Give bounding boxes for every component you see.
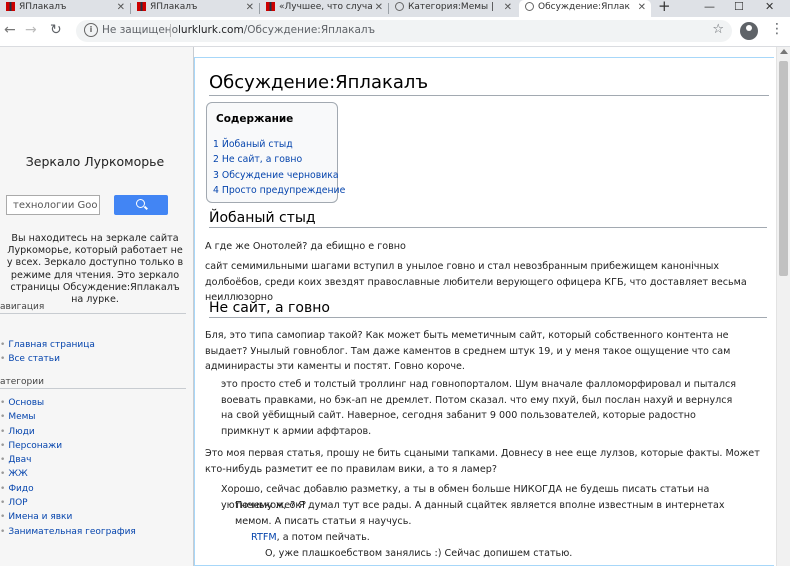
paragraph: Бля, это типа самопиар такой? Как может … (205, 330, 731, 372)
category-item[interactable]: Основы (0, 396, 186, 410)
profile-avatar-icon[interactable] (740, 22, 758, 40)
search-input[interactable]: технологии Goo (6, 195, 100, 215)
url-text: lurklurk.com/Обсуждение:Яплакалъ (178, 24, 375, 36)
categories-heading: атегории (0, 377, 186, 389)
section-heading: Не сайт, а говно (209, 300, 767, 318)
category-item[interactable]: Двач (0, 453, 186, 467)
yaplakal-favicon-icon (137, 2, 146, 11)
bookmark-star-icon[interactable]: ☆ (712, 22, 724, 37)
tab-yaplakal-2[interactable]: ЯПлакалъ ✕ (131, 0, 259, 17)
tab-title: ЯПлакалъ (150, 2, 198, 12)
toc-item[interactable]: 1 Йобаный стыд (213, 137, 345, 152)
category-item[interactable]: Люди (0, 425, 186, 439)
article-content: Обсуждение:Яплакалъ Содержание 1 Йобаный… (194, 57, 774, 566)
category-item[interactable]: ЖЖ (0, 467, 186, 481)
close-icon[interactable]: ✕ (504, 0, 512, 15)
globe-icon (525, 2, 534, 11)
close-icon[interactable]: ✕ (375, 0, 383, 15)
search-icon (136, 199, 145, 208)
yaplakal-favicon-icon (266, 2, 275, 11)
tab-kategoriya-memy[interactable]: Категория:Мемы | ✕ (389, 0, 517, 17)
section-heading: Йобаный стыд (209, 210, 767, 228)
window-close-button[interactable]: ✕ (765, 0, 774, 13)
toc-item[interactable]: 3 Обсуждение черновика (213, 168, 345, 183)
paragraph: Это моя первая статья, прошу не бить сца… (205, 448, 760, 475)
category-item[interactable]: Имена и явки (0, 510, 186, 524)
tab-title: «Лучшее, что случа (279, 2, 373, 12)
back-arrow-icon[interactable]: ← (4, 22, 16, 38)
tab-strip: ЯПлакалъ ✕ ЯПлакалъ ✕ «Лучшее, что случа… (0, 0, 790, 17)
category-item[interactable]: Занимательная география (0, 525, 186, 539)
rtfm-link[interactable]: RTFM (251, 532, 277, 543)
reply-paragraph: это просто стеб и толстый троллинг над г… (221, 379, 737, 437)
close-icon[interactable]: ✕ (117, 0, 125, 15)
close-icon[interactable]: ✕ (638, 0, 646, 15)
tab-title: Обсуждение:Яплак (538, 2, 630, 12)
security-label: Не защищено (102, 24, 179, 36)
new-tab-button[interactable]: + (658, 0, 671, 15)
category-item[interactable]: Мемы (0, 410, 186, 424)
tab-title: ЯПлакалъ (19, 2, 67, 12)
scrollbar-thumb[interactable] (779, 61, 788, 276)
table-of-contents: Содержание 1 Йобаный стыд 2 Не сайт, а г… (206, 102, 345, 203)
page-title: Обсуждение:Яплакалъ (209, 72, 769, 96)
reply-paragraph: Почему же? Я думал тут все рады. А данны… (235, 500, 725, 527)
reply-paragraph: О, уже плашкоебством занялись :) Сейчас … (265, 548, 573, 559)
menu-kebab-icon[interactable]: ⋮ (770, 21, 784, 37)
search-button[interactable] (114, 195, 168, 215)
navigation-list: Главная страница Все статьи (0, 338, 186, 367)
reply-paragraph: RTFM, а потом пейчать. (251, 530, 751, 546)
close-icon[interactable]: ✕ (246, 0, 254, 15)
reload-icon[interactable]: ↻ (50, 22, 62, 38)
browser-toolbar: ← → ↻ i Не защищено lurklurk.com/Обсужде… (0, 17, 790, 47)
toc-list: 1 Йобаный стыд 2 Не сайт, а говно 3 Обсу… (213, 137, 345, 198)
tab-obsuzhdenie-active[interactable]: Обсуждение:Яплак ✕ (519, 0, 651, 17)
forward-arrow-icon[interactable]: → (25, 22, 37, 38)
category-item[interactable]: ЛОР (0, 496, 186, 510)
info-icon[interactable]: i (84, 23, 98, 37)
url-path: /Обсуждение:Яплакалъ (243, 24, 376, 36)
sidebar: Зеркало Луркоморье технологии Goo Вы нах… (0, 47, 194, 566)
toc-title: Содержание (216, 113, 294, 125)
paragraph: А где же Онотолей? да ебищно е говно (205, 241, 406, 252)
address-divider (170, 24, 171, 37)
tab-yaplakal-1[interactable]: ЯПлакалъ ✕ (0, 0, 130, 17)
toc-item[interactable]: 4 Просто предупреждение (213, 183, 345, 198)
navigation-heading: авигация (0, 302, 186, 314)
nav-item-all-articles[interactable]: Все статьи (0, 352, 186, 366)
paragraph: сайт семимильными шагами вступил в уныло… (205, 261, 747, 303)
categories-list: Основы Мемы Люди Персонажи Двач ЖЖ Фидо … (0, 396, 186, 539)
site-name: Зеркало Луркоморье (25, 154, 165, 169)
scrollbar[interactable] (776, 47, 790, 566)
tab-luchshee[interactable]: «Лучшее, что случа ✕ (260, 0, 388, 17)
scroll-up-arrow-icon[interactable] (780, 49, 788, 54)
toc-item[interactable]: 2 Не сайт, а говно (213, 152, 345, 167)
minimize-button[interactable]: — (704, 0, 715, 13)
category-item[interactable]: Персонажи (0, 439, 186, 453)
address-bar[interactable]: i Не защищено lurklurk.com/Обсуждение:Яп… (76, 20, 732, 42)
nav-item-main-page[interactable]: Главная страница (0, 338, 186, 352)
url-host: lurklurk.com (178, 24, 244, 36)
tab-title: Категория:Мемы | (408, 2, 495, 12)
mirror-notice: Вы находитесь на зеркале сайта Луркоморь… (6, 233, 184, 306)
maximize-button[interactable]: ☐ (734, 0, 744, 13)
globe-icon (395, 2, 404, 11)
reply-text: , а потом пейчать. (276, 532, 370, 543)
yaplakal-favicon-icon (6, 2, 15, 11)
category-item[interactable]: Фидо (0, 482, 186, 496)
